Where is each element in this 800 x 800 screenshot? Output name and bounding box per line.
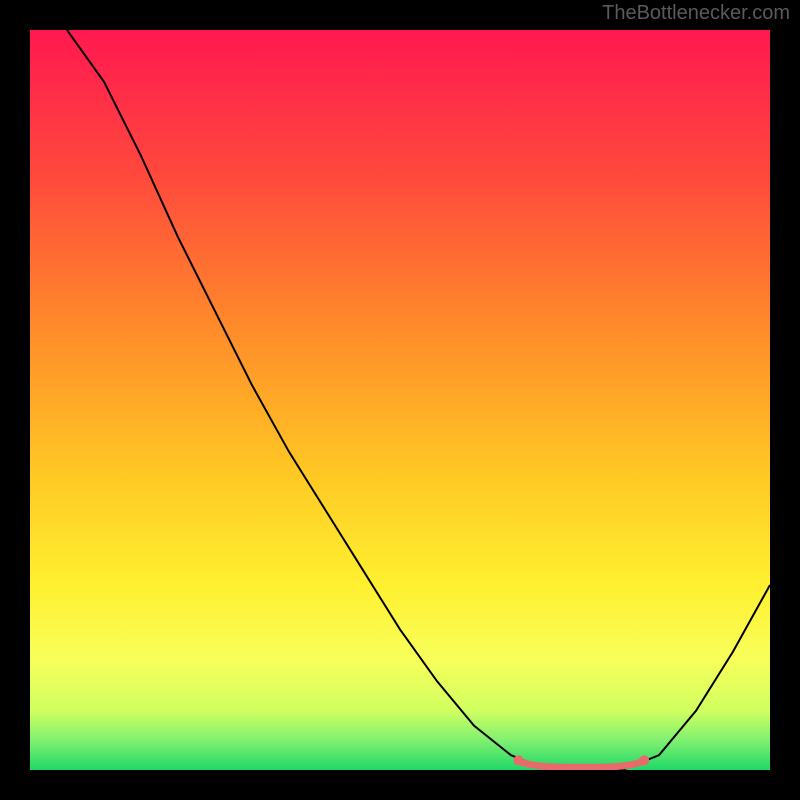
- range-start-dot: [513, 755, 523, 765]
- gradient-rect: [30, 30, 770, 770]
- range-end-dot: [639, 755, 649, 765]
- watermark-text: TheBottlenecker.com: [602, 2, 790, 25]
- chart-viewport: [30, 30, 770, 770]
- chart-svg: [30, 30, 770, 770]
